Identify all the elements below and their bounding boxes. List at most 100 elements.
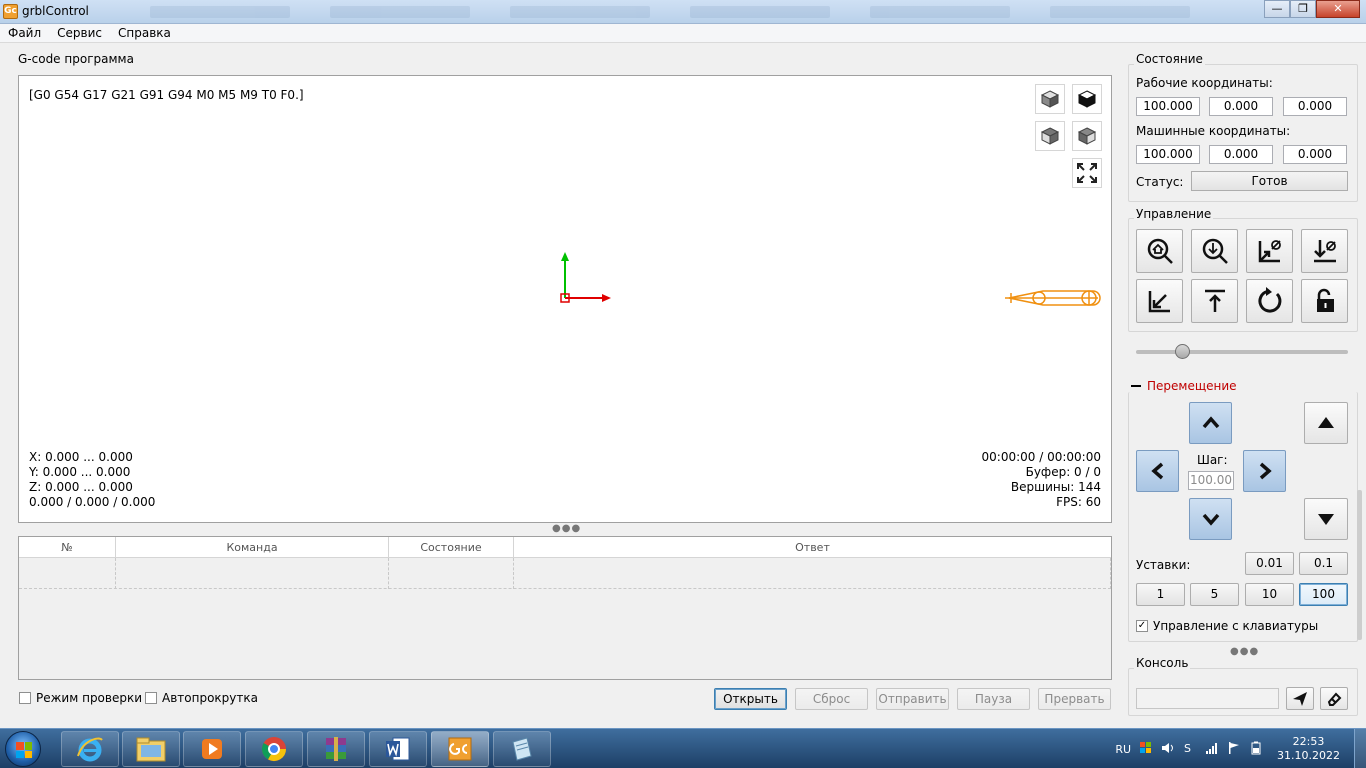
taskbar-notepad[interactable] xyxy=(493,731,551,767)
menu-service[interactable]: Сервис xyxy=(49,24,110,42)
clock[interactable]: 22:53 31.10.2022 xyxy=(1277,735,1340,763)
zero-xy-button[interactable] xyxy=(1246,229,1293,273)
cube-front-icon[interactable] xyxy=(1035,121,1065,151)
table-row[interactable] xyxy=(19,558,1111,589)
program-table[interactable]: № Команда Состояние Ответ xyxy=(18,536,1112,680)
status-label: Статус: xyxy=(1136,175,1184,189)
skype-icon[interactable]: S xyxy=(1183,741,1197,758)
vertical-splitter[interactable]: ●●● xyxy=(552,523,581,534)
jog-y-plus-button[interactable] xyxy=(1189,402,1232,444)
check-mode-box[interactable] xyxy=(19,692,31,704)
autoscroll-box[interactable] xyxy=(145,692,157,704)
probe-z-button[interactable] xyxy=(1191,229,1238,273)
language-indicator[interactable]: RU xyxy=(1115,743,1131,756)
chevron-right-icon xyxy=(1259,462,1272,480)
spindle-slider-handle[interactable] xyxy=(1175,344,1191,359)
network-signal-icon[interactable] xyxy=(1205,741,1219,758)
column-command[interactable]: Команда xyxy=(116,537,389,558)
abort-button[interactable]: Прервать xyxy=(1038,688,1111,710)
flag-icon[interactable] xyxy=(1139,741,1153,758)
preset-0-01-button[interactable]: 0.01 xyxy=(1245,552,1294,575)
keyboard-control-checkbox[interactable]: ✓ Управление с клавиатуры xyxy=(1136,619,1318,633)
console-send-button[interactable] xyxy=(1286,687,1314,710)
minimize-button[interactable]: — xyxy=(1264,0,1290,18)
open-button[interactable]: Открыть xyxy=(714,688,787,710)
taskbar-word[interactable] xyxy=(369,731,427,767)
eraser-icon xyxy=(1327,692,1342,706)
jog-group-title[interactable]: Перемещение xyxy=(1145,379,1239,393)
keyboard-control-box[interactable]: ✓ xyxy=(1136,620,1148,632)
jog-z-minus-button[interactable] xyxy=(1304,498,1348,540)
cube-left-icon[interactable] xyxy=(1072,121,1102,151)
jog-z-plus-button[interactable] xyxy=(1304,402,1348,444)
close-button[interactable]: ✕ xyxy=(1316,0,1360,18)
battery-icon[interactable] xyxy=(1249,741,1263,758)
jog-y-minus-button[interactable] xyxy=(1189,498,1232,540)
folder-icon xyxy=(136,737,166,762)
preset-5-button[interactable]: 5 xyxy=(1190,583,1239,606)
restore-origin-icon xyxy=(1148,291,1170,313)
console-splitter[interactable]: ●●● xyxy=(1230,646,1259,657)
app-icon: Gc xyxy=(3,4,18,19)
volume-icon[interactable] xyxy=(1161,741,1175,758)
taskbar-grblcontrol[interactable] xyxy=(431,731,489,767)
send-button[interactable]: Отправить xyxy=(876,688,949,710)
runtime-info: 00:00:00 / 00:00:00 Буфер: 0 / 0 Вершины… xyxy=(982,450,1101,510)
preset-100-button[interactable]: 100 xyxy=(1299,583,1348,606)
column-response[interactable]: Ответ xyxy=(514,537,1111,558)
column-number[interactable]: № xyxy=(19,537,116,558)
taskbar-ie[interactable] xyxy=(61,731,119,767)
pause-button[interactable]: Пауза xyxy=(957,688,1030,710)
parser-state: [G0 G54 G17 G21 G91 G94 M0 M5 M9 T0 F0.] xyxy=(29,88,304,102)
taskbar-explorer[interactable] xyxy=(122,731,180,767)
zero-z-button[interactable] xyxy=(1301,229,1348,273)
safe-position-button[interactable] xyxy=(1191,279,1238,323)
reset-button[interactable]: Сброс xyxy=(795,688,868,710)
jog-x-minus-button[interactable] xyxy=(1136,450,1179,492)
right-panel-scrollbar[interactable] xyxy=(1357,490,1362,640)
taskbar-winrar[interactable] xyxy=(307,731,365,767)
preset-1-button[interactable]: 1 xyxy=(1136,583,1185,606)
control-group-title: Управление xyxy=(1134,207,1214,221)
gcode-3d-view[interactable]: [G0 G54 G17 G21 G91 G94 M0 M5 M9 T0 F0.] xyxy=(18,75,1112,523)
internet-explorer-icon xyxy=(77,737,103,762)
spindle-slider-track[interactable] xyxy=(1136,350,1348,354)
autoscroll-checkbox[interactable]: Автопрокрутка xyxy=(145,691,258,705)
action-center-icon[interactable] xyxy=(1227,741,1241,758)
reset-button-ctl[interactable] xyxy=(1246,279,1293,323)
cell-command[interactable] xyxy=(116,558,389,589)
unlock-button[interactable] xyxy=(1301,279,1348,323)
cell-response[interactable] xyxy=(514,558,1111,589)
menu-help[interactable]: Справка xyxy=(110,24,179,42)
chevron-down-icon xyxy=(1202,513,1219,526)
bounds-info: X: 0.000 ... 0.000 Y: 0.000 ... 0.000 Z:… xyxy=(29,450,155,510)
console-clear-button[interactable] xyxy=(1320,687,1348,710)
taskbar: RU S 22:53 31.10.2022 xyxy=(0,728,1366,768)
cube-iso-icon[interactable] xyxy=(1035,84,1065,114)
home-button[interactable] xyxy=(1136,229,1183,273)
show-desktop-button[interactable] xyxy=(1354,729,1366,768)
reset-icon xyxy=(1257,287,1281,313)
jog-x-plus-button[interactable] xyxy=(1243,450,1286,492)
title-bar: Gc grblControl — ❐ ✕ xyxy=(0,0,1366,24)
preset-10-button[interactable]: 10 xyxy=(1245,583,1294,606)
cube-top-icon[interactable] xyxy=(1072,84,1102,114)
check-mode-label: Режим проверки xyxy=(36,691,143,705)
restore-origin-button[interactable] xyxy=(1136,279,1183,323)
menu-file[interactable]: Файл xyxy=(0,24,49,42)
chevron-left-icon xyxy=(1150,462,1163,480)
maximize-button[interactable]: ❐ xyxy=(1290,0,1316,18)
collapse-minus-icon[interactable] xyxy=(1131,385,1141,387)
start-button[interactable] xyxy=(5,731,41,767)
check-mode-checkbox[interactable]: Режим проверки xyxy=(19,691,142,705)
taskbar-chrome[interactable] xyxy=(245,731,303,767)
column-state[interactable]: Состояние xyxy=(389,537,514,558)
step-input[interactable]: 100.00 xyxy=(1188,471,1234,490)
notepad-icon xyxy=(512,737,532,761)
preset-0-1-button[interactable]: 0.1 xyxy=(1299,552,1348,575)
cell-state[interactable] xyxy=(389,558,514,589)
cell-number[interactable] xyxy=(19,558,116,589)
taskbar-media-player[interactable] xyxy=(183,731,241,767)
console-input[interactable] xyxy=(1136,688,1279,709)
fit-view-icon[interactable] xyxy=(1072,158,1102,188)
